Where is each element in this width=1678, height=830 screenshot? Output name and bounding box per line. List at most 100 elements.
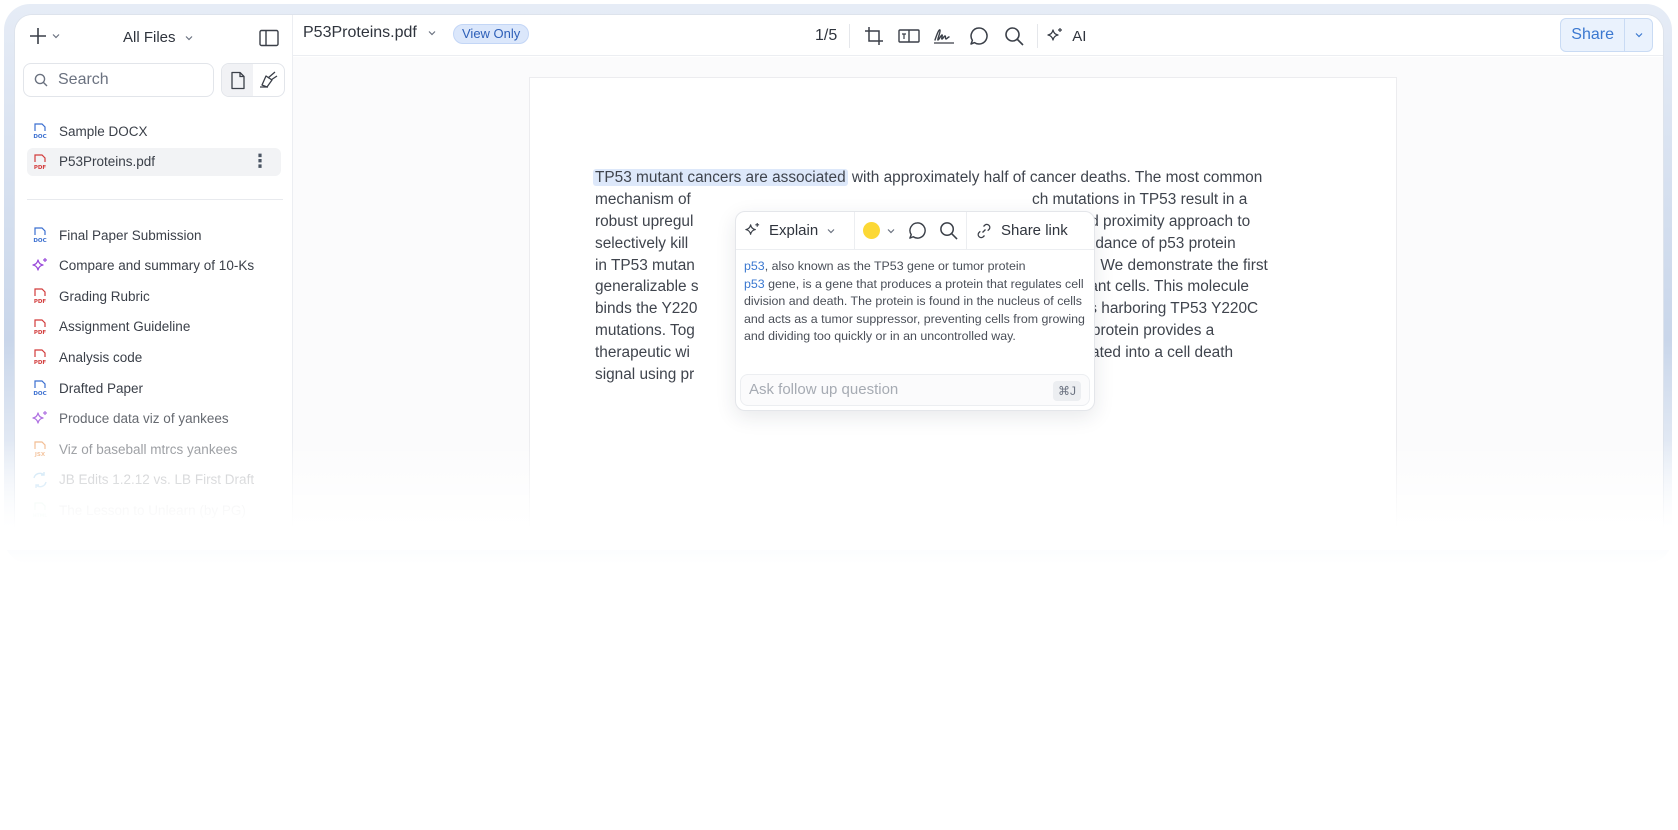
- chevron-down-icon: [887, 228, 895, 233]
- new-button[interactable]: [29, 27, 61, 45]
- text-field-icon: [898, 29, 920, 43]
- toolbar-separator: [1037, 24, 1039, 48]
- document-icon: [230, 71, 245, 89]
- file-item[interactable]: DOC Drafted Paper: [27, 374, 281, 402]
- svg-text:PDF: PDF: [34, 330, 47, 336]
- ai-button[interactable]: AI: [1044, 27, 1086, 45]
- file-name: Assignment Guideline: [59, 319, 191, 335]
- comment-icon: [909, 222, 926, 239]
- svg-text:DOC: DOC: [33, 391, 46, 397]
- link-icon: [977, 223, 991, 238]
- chevron-down-icon: [827, 228, 835, 233]
- file-name: Produce data viz of yankees: [59, 411, 229, 427]
- files-view-button[interactable]: [222, 64, 253, 96]
- all-files-label: All Files: [123, 29, 176, 46]
- svg-text:DOC: DOC: [33, 238, 46, 244]
- document-tools: 1/5 AI: [815, 21, 1086, 51]
- file-name: JB Edits 1.2.12 vs. LB First Draft: [59, 472, 255, 488]
- file-item[interactable]: Produce data viz of yankees: [27, 405, 281, 433]
- file-item[interactable]: JSX Viz of baseball mtrcs yankees: [27, 435, 281, 463]
- explain-dropdown[interactable]: Explain: [736, 212, 854, 249]
- file-name: Viz of baseball mtrcs yankees: [59, 441, 238, 457]
- document-title: P53Proteins.pdf: [303, 24, 417, 41]
- file-item[interactable]: JB Edits 1.2.12 vs. LB First Draft: [27, 466, 281, 494]
- svg-text:PDF: PDF: [34, 299, 47, 305]
- signature-icon: [933, 29, 954, 44]
- highlighter-icon: [259, 71, 277, 88]
- share-link-button[interactable]: Share link: [966, 212, 1076, 249]
- selected-text[interactable]: TP53 mutant cancers are associated: [593, 169, 848, 186]
- highlight-color-swatch: [863, 222, 880, 239]
- file-item[interactable]: PDF Assignment Guideline: [27, 313, 281, 341]
- chevron-down-icon: [52, 34, 60, 39]
- all-files-dropdown[interactable]: All Files: [123, 29, 194, 46]
- term-link[interactable]: p53: [744, 277, 765, 291]
- jsx-file-icon: JSX: [31, 440, 49, 458]
- pdf-file-icon: PDF: [31, 153, 49, 171]
- pdf-file-icon: PDF: [31, 318, 49, 336]
- text-box-button[interactable]: [891, 21, 926, 51]
- file-item[interactable]: HTML The Lesson to Unlearn (by PG): [27, 496, 281, 524]
- toolbar: P53Proteins.pdf View Only 1/5 AI Share: [293, 15, 1663, 56]
- find-button[interactable]: [996, 21, 1031, 51]
- file-name: P53Proteins.pdf: [59, 154, 156, 170]
- sidebar-divider: [27, 199, 283, 200]
- file-item[interactable]: PDF Grading Rubric: [27, 282, 281, 310]
- sidebar-header: All Files: [15, 15, 292, 65]
- file-name: Analysis code: [59, 349, 143, 365]
- follow-up-input[interactable]: [749, 381, 1029, 398]
- doc-file-icon: DOC: [31, 226, 49, 244]
- crop-icon: [864, 27, 883, 45]
- file-item[interactable]: Compare and summary of 10-Ks: [27, 252, 281, 280]
- chevron-down-icon: [428, 31, 436, 36]
- search-input[interactable]: [58, 71, 198, 89]
- file-name: Compare and summary of 10-Ks: [59, 258, 255, 274]
- highlights-view-button[interactable]: [253, 64, 284, 96]
- svg-text:DOC: DOC: [33, 134, 46, 140]
- more-options-icon[interactable]: ⋮: [251, 152, 269, 170]
- chevron-down-icon: [185, 35, 192, 40]
- share-button[interactable]: Share: [1561, 19, 1624, 51]
- svg-text:PDF: PDF: [34, 360, 47, 366]
- search-field[interactable]: [23, 63, 214, 97]
- pdf-file-icon: PDF: [31, 348, 49, 366]
- search-icon: [1004, 27, 1024, 46]
- svg-text:HTML: HTML: [33, 513, 47, 519]
- comment-button[interactable]: [961, 21, 996, 51]
- file-name: The Lesson to Unlearn (by PG): [59, 502, 246, 518]
- doc-file-icon: DOC: [31, 122, 49, 140]
- search-selection-button[interactable]: [939, 221, 958, 240]
- file-item[interactable]: PDF P53Proteins.pdf ⋮: [27, 147, 281, 176]
- toolbar-separator: [849, 24, 851, 48]
- share-options-button[interactable]: [1624, 19, 1652, 51]
- pdf-file-icon: PDF: [31, 287, 49, 305]
- file-item[interactable]: PDF Analysis code: [27, 343, 281, 371]
- search-icon: [940, 222, 958, 240]
- popover-toolbar: Explain Share link: [736, 212, 1094, 250]
- plus-icon: [30, 28, 46, 44]
- explanation-text: p53, also known as the TP53 gene or tumo…: [744, 259, 1085, 344]
- compare-icon: [31, 471, 49, 489]
- sidebar-panel-icon: [259, 29, 279, 47]
- sidebar: All Files DOC Sample DOCX PDF P53Proteins.p…: [15, 15, 293, 534]
- add-comment-button[interactable]: [908, 221, 927, 240]
- html-file-icon: HTML: [31, 501, 49, 519]
- ai-chat-icon: [31, 257, 49, 275]
- svg-text:JSX: JSX: [34, 452, 46, 458]
- file-item[interactable]: DOC Sample DOCX: [27, 117, 281, 145]
- document-title-dropdown[interactable]: P53Proteins.pdf: [303, 24, 437, 42]
- term-link[interactable]: p53: [744, 259, 765, 273]
- sidebar-toggle-button[interactable]: [259, 29, 279, 52]
- doc-file-icon: DOC: [31, 379, 49, 397]
- crop-button[interactable]: [856, 21, 891, 51]
- sparkle-icon: [1047, 28, 1063, 41]
- page-indicator: 1/5: [815, 27, 838, 44]
- text-line: TP53 mutant cancers are associated with …: [593, 169, 1263, 186]
- comment-icon: [970, 27, 988, 45]
- signature-button[interactable]: [926, 21, 961, 51]
- chevron-down-icon: [1635, 33, 1642, 38]
- highlight-color-picker[interactable]: [863, 222, 896, 239]
- follow-up-field[interactable]: ⌘J: [740, 374, 1090, 406]
- file-item[interactable]: DOC Final Paper Submission: [27, 221, 281, 249]
- view-toggle: [221, 63, 285, 97]
